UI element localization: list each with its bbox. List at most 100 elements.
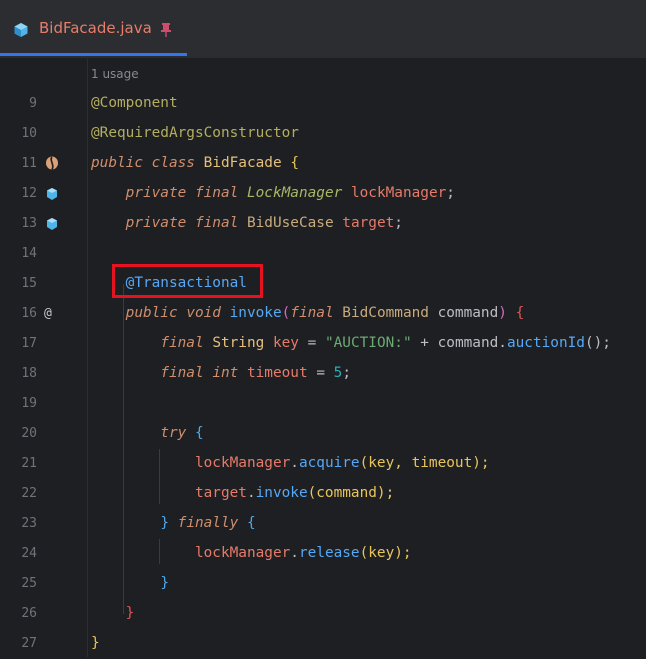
semicolon: ; bbox=[394, 215, 403, 231]
keyword: try bbox=[160, 425, 187, 441]
code-line: 17 final String key = "AUCTION:" + comma… bbox=[0, 329, 646, 359]
line-number[interactable]: 19 bbox=[0, 396, 37, 411]
code-line: 20 try { bbox=[0, 419, 646, 449]
line-number[interactable]: 12 bbox=[0, 186, 37, 201]
keyword: final bbox=[194, 185, 239, 201]
call-args: (command); bbox=[307, 485, 395, 501]
line-number[interactable]: 9 bbox=[0, 96, 37, 111]
call-args: (key); bbox=[359, 545, 412, 561]
brace: { bbox=[515, 305, 525, 321]
injection-icon[interactable] bbox=[44, 186, 60, 202]
string-literal: "AUCTION:" bbox=[324, 335, 412, 351]
operator: + bbox=[420, 335, 429, 351]
line-number[interactable]: 18 bbox=[0, 366, 37, 381]
code-line: 11 public class BidFacade { bbox=[0, 149, 646, 179]
keyword: int bbox=[212, 365, 239, 381]
pin-icon[interactable] bbox=[159, 22, 173, 38]
code-line: 25 } bbox=[0, 569, 646, 599]
java-file-icon bbox=[14, 23, 28, 37]
code-line: 14 bbox=[0, 239, 646, 269]
spring-bean-icon[interactable] bbox=[44, 155, 60, 171]
injection-icon[interactable] bbox=[44, 216, 60, 232]
line-number[interactable]: 20 bbox=[0, 426, 37, 441]
line-number[interactable]: 24 bbox=[0, 546, 37, 561]
code-line: 22 target.invoke(command); bbox=[0, 479, 646, 509]
line-number[interactable]: 21 bbox=[0, 456, 37, 471]
at-sign-icon[interactable]: @ bbox=[44, 306, 60, 322]
call-args: (key, timeout); bbox=[359, 455, 490, 471]
code-line: 13 private final BidUseCase target; bbox=[0, 209, 646, 239]
line-number[interactable]: 14 bbox=[0, 246, 37, 261]
line-number[interactable]: 13 bbox=[0, 216, 37, 231]
field-name: lockManager bbox=[350, 185, 447, 201]
code-line: 9 @Component bbox=[0, 89, 646, 119]
dot: . bbox=[246, 485, 256, 501]
brace: } bbox=[91, 635, 100, 651]
variable-name: key bbox=[272, 335, 299, 351]
keyword: public bbox=[91, 155, 143, 171]
code-line: 15 @Transactional bbox=[0, 269, 646, 299]
paren: ) bbox=[498, 305, 507, 321]
brace: { bbox=[290, 155, 299, 171]
line-number[interactable]: 25 bbox=[0, 576, 37, 591]
line-number[interactable]: 10 bbox=[0, 126, 37, 141]
object-name: target bbox=[194, 485, 247, 501]
code-line: 21 lockManager.acquire(key, timeout); bbox=[0, 449, 646, 479]
method-call: invoke bbox=[255, 485, 308, 501]
brace: { bbox=[194, 425, 204, 441]
code-line: 18 final int timeout = 5; bbox=[0, 359, 646, 389]
paren: ( bbox=[281, 305, 291, 321]
method-call: acquire bbox=[298, 455, 360, 471]
code-line: 16 @ public void invoke(final BidCommand… bbox=[0, 299, 646, 329]
code-line: 27 } bbox=[0, 629, 646, 659]
dot: . bbox=[290, 545, 299, 561]
line-number[interactable]: 16 bbox=[0, 306, 37, 321]
editor-tab-bar: BidFacade.java bbox=[0, 0, 646, 59]
usage-hint[interactable]: 1 usage bbox=[91, 67, 139, 81]
method-call: auctionId bbox=[506, 335, 585, 351]
method-call: release bbox=[298, 545, 360, 561]
field-name: target bbox=[342, 215, 395, 231]
annotation: @RequiredArgsConstructor bbox=[91, 125, 299, 141]
keyword: private bbox=[125, 215, 187, 231]
keyword: final bbox=[160, 335, 204, 351]
code-line: 10 @RequiredArgsConstructor bbox=[0, 119, 646, 149]
keyword: private bbox=[125, 185, 187, 201]
semicolon: ; bbox=[446, 185, 455, 201]
type-name: BidCommand bbox=[342, 305, 429, 321]
line-number[interactable]: 15 bbox=[0, 276, 37, 291]
brace: } bbox=[160, 515, 169, 531]
semicolon: ; bbox=[342, 365, 351, 381]
object-name: lockManager bbox=[194, 455, 291, 471]
dot: . bbox=[290, 455, 299, 471]
parameter-name: command bbox=[437, 305, 499, 321]
dot: . bbox=[498, 335, 507, 351]
operator: = bbox=[316, 365, 325, 381]
annotation-highlight-box bbox=[112, 264, 263, 298]
variable-name: timeout bbox=[246, 365, 308, 381]
annotation: @Component bbox=[91, 95, 178, 111]
line-number[interactable]: 26 bbox=[0, 606, 37, 621]
line-number[interactable]: 22 bbox=[0, 486, 37, 501]
keyword: final bbox=[290, 305, 334, 321]
tab-bidfacade[interactable]: BidFacade.java bbox=[0, 0, 187, 56]
line-number[interactable]: 27 bbox=[0, 636, 37, 651]
tab-title: BidFacade.java bbox=[39, 19, 152, 37]
class-name: BidFacade bbox=[203, 155, 282, 171]
keyword: void bbox=[186, 305, 221, 321]
brace: } bbox=[160, 575, 169, 591]
line-number[interactable]: 17 bbox=[0, 336, 37, 351]
code-line: 23 } finally { bbox=[0, 509, 646, 539]
line-number[interactable]: 11 bbox=[0, 156, 37, 171]
keyword: final bbox=[160, 365, 204, 381]
brace: { bbox=[246, 515, 256, 531]
line-number[interactable]: 23 bbox=[0, 516, 37, 531]
method-name: invoke bbox=[229, 305, 282, 321]
type-name: LockManager bbox=[246, 185, 343, 201]
code-line: 24 lockManager.release(key); bbox=[0, 539, 646, 569]
code-line: 26 } bbox=[0, 599, 646, 629]
code-line: 19 bbox=[0, 389, 646, 419]
code-editor[interactable]: 1 usage 9 @Component 10 @RequiredArgsCon… bbox=[0, 59, 646, 657]
code-line: 12 private final LockManager lockManager… bbox=[0, 179, 646, 209]
keyword: class bbox=[151, 155, 195, 171]
